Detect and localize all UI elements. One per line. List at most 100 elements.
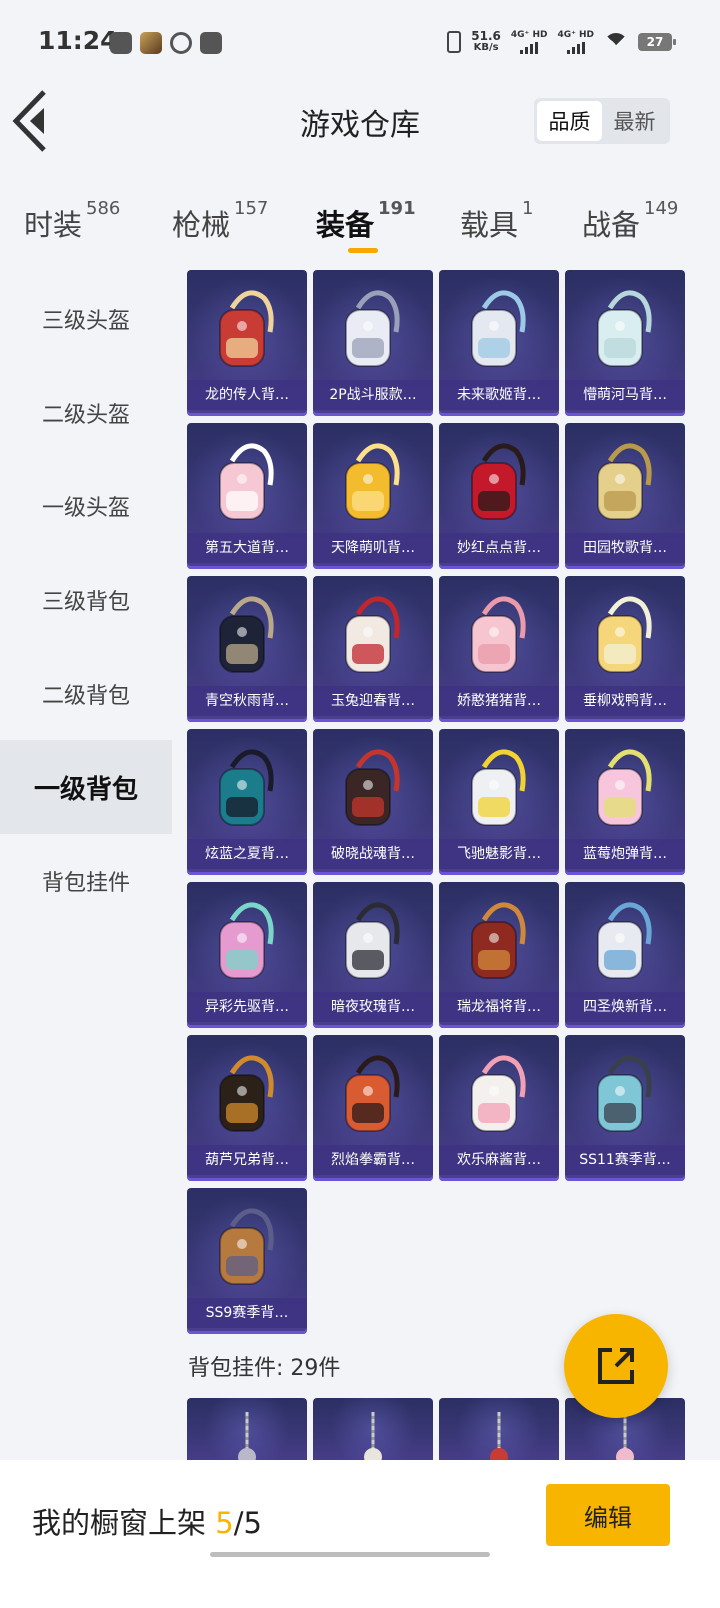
backpack-card[interactable]: 瑞龙福将背… — [439, 882, 559, 1028]
pendant-card[interactable] — [187, 1398, 307, 1460]
backpack-name: 妙红点点背… — [439, 533, 559, 563]
backpack-card[interactable]: 妙红点点背… — [439, 423, 559, 569]
home-indicator[interactable] — [210, 1552, 490, 1557]
backpack-icon — [597, 596, 652, 673]
backpack-name: 垂柳戏鸭背… — [565, 686, 685, 716]
signal-bars-icon — [566, 41, 585, 54]
sidebar-item-backpack-1[interactable]: 一级背包 — [0, 740, 172, 835]
backpack-card[interactable]: 天降萌叽背… — [313, 423, 433, 569]
showcase-current: 5 — [215, 1506, 234, 1540]
backpack-card[interactable]: 破晓战魂背… — [313, 729, 433, 875]
backpack-name: 欢乐麻酱背… — [439, 1145, 559, 1175]
backpack-card[interactable]: SS9赛季背… — [187, 1188, 307, 1334]
battery-level: 27 — [646, 35, 664, 49]
sort-toggle: 品质 最新 — [534, 98, 670, 144]
backpack-card[interactable]: SS11赛季背… — [565, 1035, 685, 1181]
backpack-icon — [471, 749, 526, 826]
backpack-icon — [219, 1208, 274, 1285]
backpack-card[interactable]: 青空秋雨背… — [187, 576, 307, 722]
backpack-card[interactable]: 蓝莓炮弹背… — [565, 729, 685, 875]
pendant-card[interactable] — [313, 1398, 433, 1460]
tab-fashion[interactable]: 时装 586 — [24, 198, 120, 244]
tab-supplies[interactable]: 战备 149 — [582, 198, 678, 244]
status-indicators: 51.6 KB/s 4G⁺ HD 4G⁺ HD 27 — [447, 29, 676, 54]
sidebar-item-helmet-3[interactable]: 三级头盔 — [0, 272, 172, 366]
tab-vehicles[interactable]: 载具 1 — [460, 198, 533, 244]
showcase-label: 我的橱窗上架 — [32, 1506, 207, 1540]
backpack-card[interactable]: 烈焰拳霸背… — [313, 1035, 433, 1181]
status-bar: 11:24 51.6 KB/s 4G⁺ HD 4G⁺ HD 27 — [0, 0, 720, 88]
backpack-icon — [219, 749, 274, 826]
backpack-icon — [345, 902, 400, 979]
backpack-card[interactable]: 第五大道背… — [187, 423, 307, 569]
backpack-card[interactable]: 四圣焕新背… — [565, 882, 685, 1028]
backpack-card[interactable]: 龙的传人背… — [187, 270, 307, 416]
backpack-name: 田园牧歌背… — [565, 533, 685, 563]
backpack-card[interactable]: 娇憨猪猪背… — [439, 576, 559, 722]
backpack-card[interactable]: 葫芦兄弟背… — [187, 1035, 307, 1181]
tab-label: 战备 — [582, 208, 641, 242]
tab-label: 载具 — [460, 208, 519, 242]
backpack-name: 懵萌河马背… — [565, 380, 685, 410]
backpack-name: 蓝莓炮弹背… — [565, 839, 685, 869]
backpack-name: 第五大道背… — [187, 533, 307, 563]
sidebar-item-backpack-2[interactable]: 二级背包 — [0, 647, 172, 741]
backpack-name: 天降萌叽背… — [313, 533, 433, 563]
backpack-card[interactable]: 欢乐麻酱背… — [439, 1035, 559, 1181]
backpack-card[interactable]: 玉兔迎春背… — [313, 576, 433, 722]
pendant-charm-icon — [364, 1448, 382, 1460]
backpack-name: 瑞龙福将背… — [439, 992, 559, 1022]
backpack-card[interactable]: 田园牧歌背… — [565, 423, 685, 569]
backpack-card[interactable]: 2P战斗服款… — [313, 270, 433, 416]
backpack-name: 烈焰拳霸背… — [313, 1145, 433, 1175]
backpack-card[interactable]: 炫蓝之夏背… — [187, 729, 307, 875]
share-icon — [598, 1348, 634, 1384]
backpack-icon — [597, 443, 652, 520]
backpack-icon — [345, 749, 400, 826]
pendant-card[interactable] — [439, 1398, 559, 1460]
backpack-icon — [345, 1055, 400, 1132]
backpack-name: 青空秋雨背… — [187, 686, 307, 716]
sidebar-item-backpack-3[interactable]: 三级背包 — [0, 553, 172, 647]
edit-button[interactable]: 编辑 — [546, 1484, 670, 1546]
signal-1-label: 4G⁺ HD — [510, 29, 548, 40]
pendant-charm-icon — [616, 1448, 634, 1460]
showcase-status: 我的橱窗上架 5/5 — [32, 1500, 262, 1542]
vibrate-icon — [447, 31, 462, 53]
notification-icons — [110, 32, 222, 54]
backpack-name: 玉兔迎春背… — [313, 686, 433, 716]
status-time: 11:24 — [38, 26, 118, 55]
signal-2-label: 4G⁺ HD — [557, 29, 594, 40]
share-button[interactable] — [564, 1314, 668, 1418]
game-app-icon — [140, 32, 162, 54]
item-grid: 龙的传人背… 2P战斗服款… 未来歌姬背… 懵萌河马背… 第五大道背… 天降萌叽背… 妙红点… — [187, 270, 685, 1334]
sidebar-item-pendants[interactable]: 背包挂件 — [0, 834, 172, 928]
tab-count: 1 — [522, 198, 534, 219]
backpack-card[interactable]: 暗夜玫瑰背… — [313, 882, 433, 1028]
battery-icon: 27 — [638, 33, 676, 51]
pendant-charm-icon — [238, 1448, 256, 1460]
tab-equipment[interactable]: 装备 191 — [316, 198, 416, 244]
backpack-card[interactable]: 异彩先驱背… — [187, 882, 307, 1028]
sidebar-item-helmet-2[interactable]: 二级头盔 — [0, 366, 172, 460]
tab-label: 枪械 — [172, 208, 231, 242]
sort-newest-button[interactable]: 最新 — [602, 101, 667, 141]
signal-1: 4G⁺ HD — [510, 29, 548, 54]
signal-bars-icon — [520, 41, 539, 54]
backpack-name: 破晓战魂背… — [313, 839, 433, 869]
backpack-card[interactable]: 垂柳戏鸭背… — [565, 576, 685, 722]
showcase-total: /5 — [233, 1506, 262, 1540]
backpack-name: 龙的传人背… — [187, 380, 307, 410]
tab-guns[interactable]: 枪械 157 — [172, 198, 268, 244]
tab-label: 装备 — [316, 208, 375, 242]
backpack-card[interactable]: 未来歌姬背… — [439, 270, 559, 416]
backpack-icon — [597, 290, 652, 367]
sidebar-item-helmet-1[interactable]: 一级头盔 — [0, 459, 172, 553]
backpack-icon — [471, 902, 526, 979]
sort-quality-button[interactable]: 品质 — [537, 101, 602, 141]
wifi-icon — [604, 33, 628, 51]
tab-count: 586 — [86, 198, 121, 219]
backpack-card[interactable]: 飞驰魅影背… — [439, 729, 559, 875]
backpack-card[interactable]: 懵萌河马背… — [565, 270, 685, 416]
backpack-icon — [597, 749, 652, 826]
